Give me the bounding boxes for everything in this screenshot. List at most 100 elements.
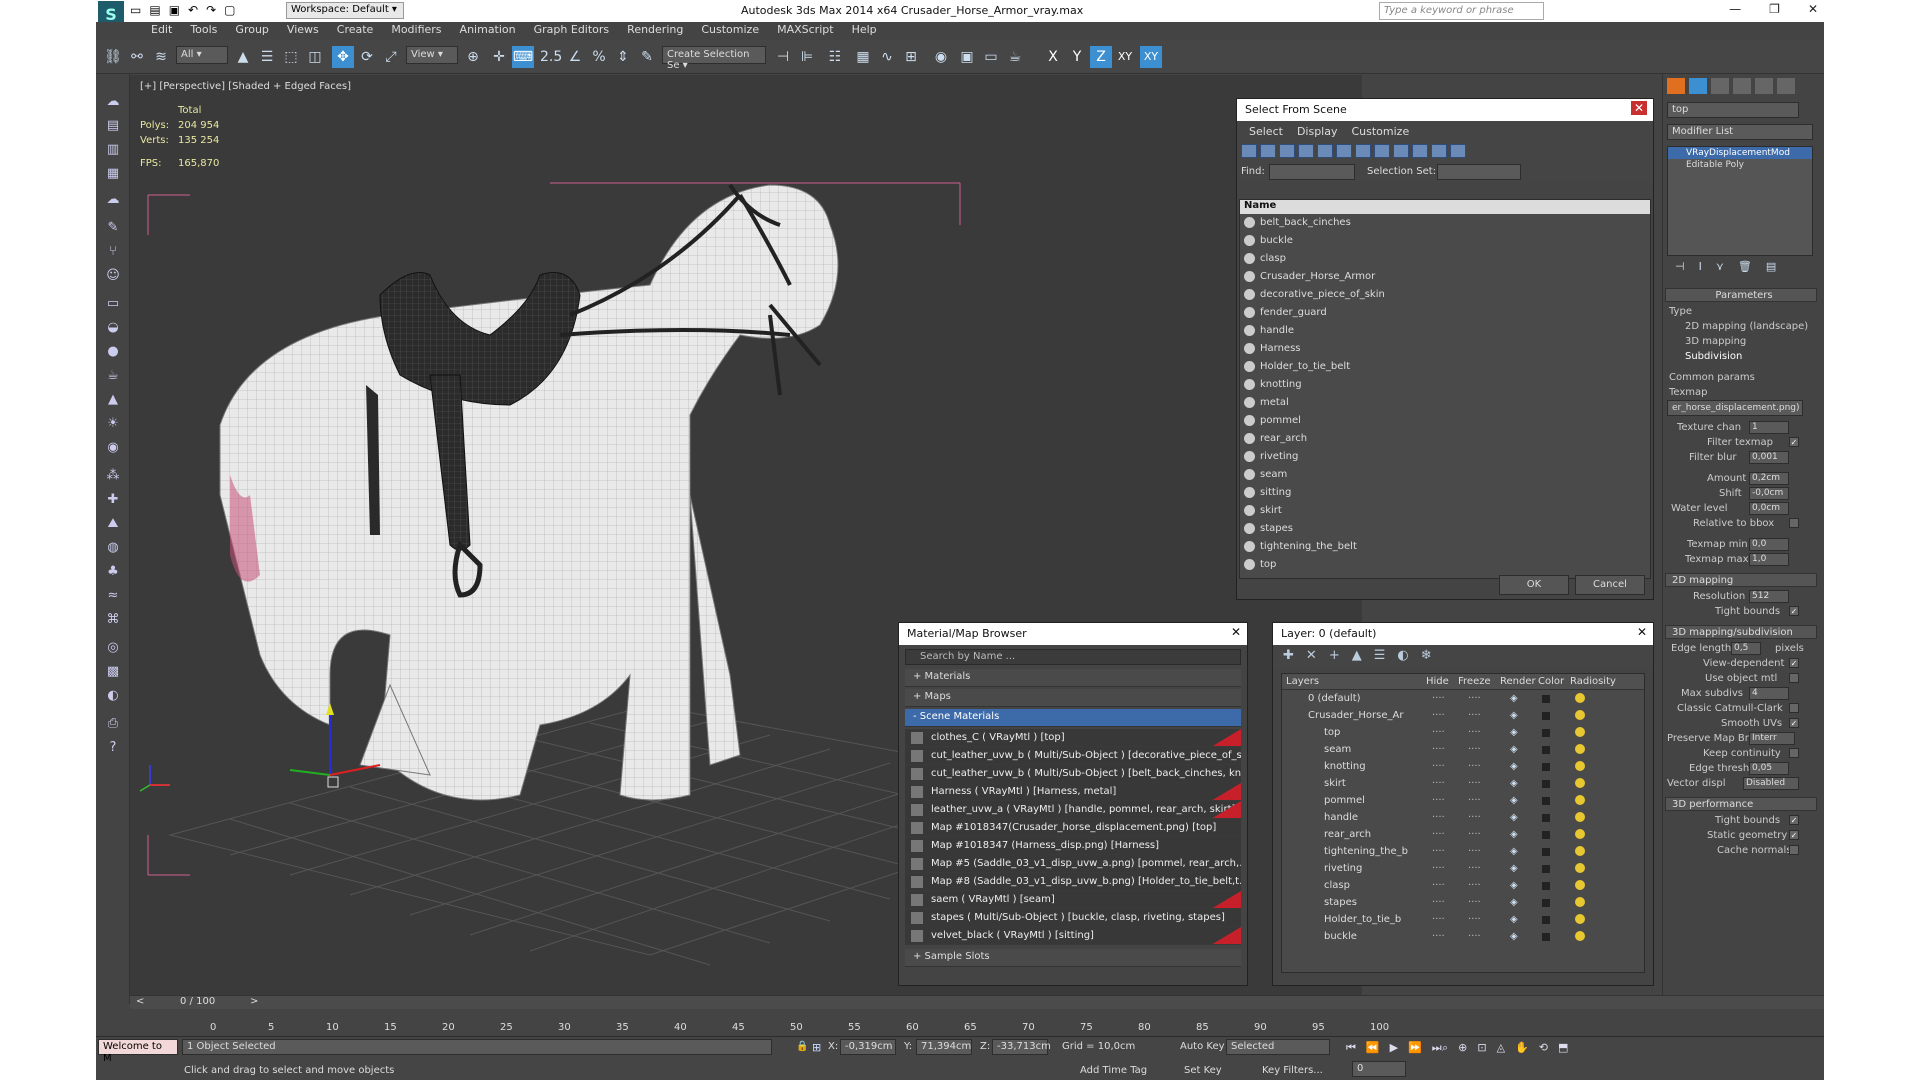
use-object-mtl-checkbox[interactable]	[1789, 673, 1799, 683]
close-icon[interactable]: ✕	[1630, 101, 1647, 115]
workspace-dropdown[interactable]: Workspace: Default ▾	[286, 2, 404, 19]
create-tab-icon[interactable]	[1667, 78, 1685, 94]
grid-icon[interactable]: ▦	[102, 166, 124, 186]
radiosity-bulb-icon[interactable]	[1575, 795, 1585, 805]
hide-toggle[interactable]: ····	[1432, 843, 1445, 860]
next-frame-icon[interactable]: ⏩	[1408, 1041, 1422, 1055]
color-col[interactable]: Color	[1538, 676, 1570, 687]
absolute-mode-icon[interactable]: ⊞	[812, 1041, 821, 1054]
align-icon[interactable]: ⊫	[796, 46, 818, 68]
radiosity-bulb-icon[interactable]	[1575, 897, 1585, 907]
cancel-button[interactable]: Cancel	[1575, 575, 1645, 595]
smooth-uvs-checkbox[interactable]: ✓	[1789, 718, 1799, 728]
radiosity-bulb-icon[interactable]	[1575, 761, 1585, 771]
prev-frame-icon[interactable]: ⏪	[1366, 1041, 1380, 1055]
layer-color-swatch[interactable]	[1542, 780, 1550, 788]
radiosity-bulb-icon[interactable]	[1575, 778, 1585, 788]
layer-color-swatch[interactable]	[1542, 763, 1550, 771]
restore-icon[interactable]: ❐	[1769, 2, 1780, 16]
layer-row[interactable]: clasp ···· ···· ◈	[1282, 877, 1644, 894]
select-by-name-icon[interactable]: ☰	[256, 46, 278, 68]
scene-materials-section[interactable]: - Scene Materials	[905, 709, 1241, 727]
scene-object-row[interactable]: seam	[1240, 466, 1650, 484]
geometry-filter-icon[interactable]	[1241, 144, 1257, 158]
layer-row[interactable]: stapes ···· ···· ◈	[1282, 894, 1644, 911]
containers-filter-icon[interactable]	[1412, 144, 1428, 158]
view-dependent-checkbox[interactable]: ✓	[1789, 658, 1799, 668]
layer-color-swatch[interactable]	[1542, 797, 1550, 805]
layer-color-swatch[interactable]	[1542, 899, 1550, 907]
radiosity-bulb-icon[interactable]	[1575, 863, 1585, 873]
play-icon[interactable]: ▶	[1390, 1041, 1398, 1055]
open-icon[interactable]: ▤	[149, 3, 160, 17]
scene-object-row[interactable]: sitting	[1240, 484, 1650, 502]
create-icon[interactable]: ☁	[102, 94, 124, 114]
scene-material-row[interactable]: Map #8 (Saddle_03_v1_disp_uvw_b.png) [Ho…	[905, 873, 1241, 891]
hold-icon[interactable]: ▢	[224, 3, 235, 17]
menu-animation[interactable]: Animation	[451, 22, 525, 40]
key-filters-button[interactable]: Key Filters...	[1262, 1065, 1323, 1076]
hide-toggle[interactable]: ····	[1432, 894, 1445, 911]
layer-color-swatch[interactable]	[1542, 729, 1550, 737]
freeze-toggle[interactable]: ····	[1468, 792, 1481, 809]
layer-color-swatch[interactable]	[1542, 746, 1550, 754]
go-to-start-icon[interactable]: ⏮	[1346, 1041, 1356, 1055]
print-icon[interactable]: ⎙	[102, 716, 124, 736]
close-icon[interactable]: ✕	[1637, 625, 1647, 639]
layer-manager-icon[interactable]: ☷	[824, 46, 846, 68]
scene-material-row[interactable]: clothes_C ( VRayMtl ) [top]	[905, 729, 1241, 747]
frozen-filter-icon[interactable]	[1431, 144, 1447, 158]
radiosity-bulb-icon[interactable]	[1575, 812, 1585, 822]
3d-mapping-header[interactable]: 3D mapping/subdivision	[1665, 625, 1817, 639]
render-toggle-icon[interactable]: ◈	[1510, 809, 1518, 826]
hide-toggle[interactable]: ····	[1432, 877, 1445, 894]
material-editor-icon[interactable]: ◉	[930, 46, 952, 68]
hide-toggle[interactable]: ····	[1432, 690, 1445, 707]
select-move-icon[interactable]: ✥	[332, 46, 354, 68]
scene-object-row[interactable]: skirt	[1240, 502, 1650, 520]
bind-spacewarp-icon[interactable]: ≋	[150, 46, 172, 68]
named-selection-dropdown[interactable]: Create Selection Se ▾	[662, 46, 766, 71]
particles-icon[interactable]: ⁂	[102, 468, 124, 488]
mirror-icon[interactable]: ⊣	[772, 46, 794, 68]
time-slider[interactable]: < 0 / 100 >	[130, 995, 1824, 1009]
axis-xy-button[interactable]: XY	[1114, 46, 1136, 68]
filter-texmap-checkbox[interactable]: ✓	[1789, 437, 1799, 447]
auto-key-button[interactable]: Auto Key	[1180, 1041, 1225, 1052]
ss-menu-select[interactable]: Select	[1249, 125, 1283, 138]
selection-set-dropdown[interactable]	[1437, 164, 1521, 180]
selection-filter-dropdown[interactable]: All ▾	[176, 46, 228, 64]
2d-mapping-header[interactable]: 2D mapping	[1665, 573, 1817, 587]
schematic-view-icon[interactable]: ⊞	[900, 46, 922, 68]
time-slider-next-icon[interactable]: >	[250, 996, 258, 1007]
y-coordinate[interactable]: 71,394cm	[916, 1039, 972, 1055]
hair-icon[interactable]: ≈	[102, 588, 124, 608]
scene-object-row[interactable]: Crusader_Horse_Armor	[1240, 268, 1650, 286]
layer-row[interactable]: seam ···· ···· ◈	[1282, 741, 1644, 758]
key-selection-dropdown[interactable]: Selected	[1226, 1039, 1330, 1055]
vray-fur-icon[interactable]: ◐	[102, 688, 124, 708]
texmap-max-input[interactable]: 1,0	[1749, 553, 1789, 566]
scene-object-row[interactable]: top	[1240, 556, 1650, 574]
bones-filter-icon[interactable]	[1393, 144, 1409, 158]
globe-icon[interactable]: ◍	[102, 540, 124, 560]
layer-color-swatch[interactable]	[1542, 712, 1550, 720]
render-toggle-icon[interactable]: ◈	[1510, 843, 1518, 860]
box-icon[interactable]: ▭	[102, 296, 124, 316]
scene-object-row[interactable]: riveting	[1240, 448, 1650, 466]
scene-object-row[interactable]: knotting	[1240, 376, 1650, 394]
lock-icon[interactable]: 🔒	[796, 1041, 808, 1052]
freeze-toggle[interactable]: ····	[1468, 809, 1481, 826]
amount-input[interactable]: 0,2cm	[1749, 472, 1789, 485]
maxscript-listener[interactable]: Welcome to M	[98, 1039, 178, 1064]
render-toggle-icon[interactable]: ◈	[1510, 707, 1518, 724]
scene-object-row[interactable]: handle	[1240, 322, 1650, 340]
layer-row[interactable]: pommel ···· ···· ◈	[1282, 792, 1644, 809]
preserve-map-dropdown[interactable]: Interr	[1749, 732, 1795, 745]
freeze-toggle[interactable]: ····	[1468, 724, 1481, 741]
menu-views[interactable]: Views	[278, 22, 328, 40]
stack-item-vraydisplacement[interactable]: VRayDisplacementMod	[1668, 147, 1812, 159]
layer-color-swatch[interactable]	[1542, 695, 1550, 703]
plant-icon[interactable]: ♣	[102, 564, 124, 584]
layer-row[interactable]: skirt ···· ···· ◈	[1282, 775, 1644, 792]
